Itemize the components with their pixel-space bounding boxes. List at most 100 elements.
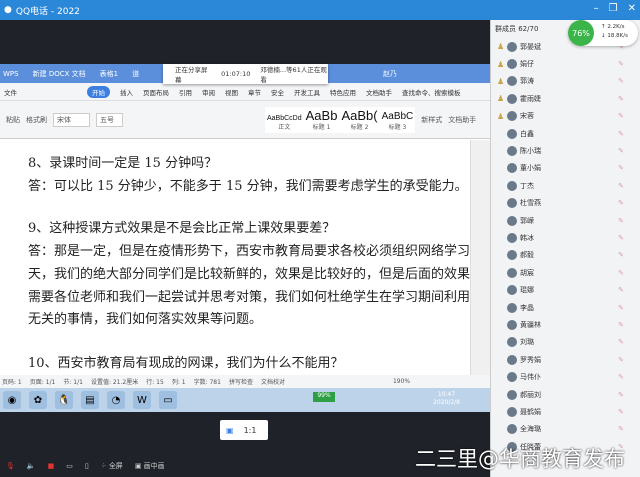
mic-muted-icon: ✎ bbox=[618, 181, 624, 190]
member-item[interactable]: ♟ 娟仔 ✎ bbox=[491, 55, 640, 72]
style-h3[interactable]: AaBbC 标题 3 bbox=[381, 110, 414, 131]
menu-view[interactable]: 视图 bbox=[225, 87, 238, 97]
member-item[interactable]: 丁杰 ✎ bbox=[491, 177, 640, 194]
status-row: 行: 15 bbox=[146, 379, 164, 386]
wps-user[interactable]: 赵乃 bbox=[383, 69, 397, 79]
app-icon[interactable]: ✿ bbox=[29, 391, 47, 409]
member-name: 陈小瑞 bbox=[520, 147, 541, 156]
style-h3-preview: AaBbC bbox=[381, 110, 414, 122]
admin-icon: ♟ bbox=[497, 59, 505, 69]
size-select[interactable]: 五号 bbox=[96, 112, 123, 127]
restore-button[interactable]: ❐ bbox=[609, 3, 618, 14]
minimize-button[interactable]: – bbox=[594, 3, 599, 14]
screen-share-icon[interactable]: ▭ bbox=[66, 462, 73, 470]
style-normal-preview: AaBbCcDd bbox=[267, 114, 302, 122]
pip-button[interactable]: ▣ 画中画 bbox=[135, 461, 165, 471]
member-item[interactable]: ♟ 霍雨婕 ✎ bbox=[491, 90, 640, 107]
member-item[interactable]: 全海璐 ✎ bbox=[491, 421, 640, 438]
style-h1[interactable]: AaBb 标题 1 bbox=[306, 109, 338, 131]
member-item[interactable]: 马伟仆 ✎ bbox=[491, 368, 640, 385]
member-item[interactable]: 刘璐 ✎ bbox=[491, 334, 640, 351]
format-painter-button[interactable]: 格式刷 bbox=[26, 115, 47, 125]
wps-tab[interactable]: 道 bbox=[132, 69, 139, 79]
zoom-level[interactable]: 190% bbox=[393, 378, 410, 385]
menu-insert[interactable]: 插入 bbox=[120, 87, 133, 97]
member-item[interactable]: 琨娜 ✎ bbox=[491, 281, 640, 298]
new-style-button[interactable]: 新样式 bbox=[421, 115, 442, 125]
wps-tab[interactable]: 表格1 bbox=[100, 69, 118, 79]
doc-scrollbar[interactable] bbox=[470, 140, 490, 375]
close-button[interactable]: ✕ bbox=[628, 3, 636, 14]
menu-layout[interactable]: 页面布局 bbox=[143, 87, 169, 97]
paste-button[interactable]: 粘贴 bbox=[6, 115, 20, 125]
member-item[interactable]: 郝毅 ✎ bbox=[491, 247, 640, 264]
menu-home[interactable]: 开始 bbox=[87, 85, 110, 98]
clock-date: 2020/2/8 bbox=[433, 399, 460, 406]
document-page[interactable]: 8、录课时间一定是 15 分钟吗？ 答：可以比 15 分钟少，不能多于 15 分… bbox=[0, 140, 490, 375]
member-panel: 群成员 62/70 ♟ 郭晏斌 ✎ ♟ 娟仔 ✎ ♟ 郭涛 ✎ ♟ 霍雨婕 ✎ ♟ 宋蓉 ✎ 白鑫 ✎ 陈小瑞 ✎ 董… bbox=[490, 20, 640, 477]
camera-off-icon[interactable]: ■ bbox=[48, 462, 55, 470]
board-icon[interactable]: ▯ bbox=[85, 462, 89, 470]
member-item[interactable]: 杜雪燕 ✎ bbox=[491, 195, 640, 212]
window-title: QQ电话 - 2022 bbox=[15, 6, 80, 17]
wechat-icon[interactable]: ◔ bbox=[107, 391, 125, 409]
member-item[interactable]: 黄疆林 ✎ bbox=[491, 316, 640, 333]
member-item[interactable]: 董小娟 ✎ bbox=[491, 160, 640, 177]
wps-tab[interactable]: WPS bbox=[3, 70, 19, 78]
spellcheck-button[interactable]: 拼写检查 bbox=[229, 377, 253, 386]
wps-tab[interactable]: 新建 DOCX 文档 bbox=[33, 69, 86, 79]
mic-muted-icon: ✎ bbox=[618, 320, 624, 329]
member-name: 胡宸 bbox=[520, 268, 534, 277]
member-name: 郭晏斌 bbox=[520, 42, 541, 51]
member-item[interactable]: ♟ 郭涛 ✎ bbox=[491, 73, 640, 90]
font-select[interactable]: 宋体 bbox=[53, 112, 90, 127]
style-h1-preview: AaBb bbox=[305, 107, 338, 123]
mic-muted-icon: ✎ bbox=[618, 268, 624, 277]
menu-references[interactable]: 引用 bbox=[179, 87, 192, 97]
qq-icon[interactable]: 🐧 bbox=[55, 391, 73, 409]
battery-indicator: 99% bbox=[313, 392, 335, 402]
menu-features[interactable]: 特色应用 bbox=[330, 87, 356, 97]
member-item[interactable]: 白鑫 ✎ bbox=[491, 125, 640, 142]
wps-menu: 文件 开始 插入 页面布局 引用 审阅 视图 章节 安全 开发工具 特色应用 文… bbox=[0, 83, 490, 101]
ratio-button[interactable]: ▣ 1:1 bbox=[220, 420, 268, 440]
avatar bbox=[507, 389, 517, 400]
member-item[interactable]: 郝丽刘 ✎ bbox=[491, 386, 640, 403]
member-item[interactable]: 郭嵘 ✎ bbox=[491, 212, 640, 229]
mic-muted-icon: ✎ bbox=[618, 407, 624, 416]
speaker-icon[interactable]: 🔈 bbox=[27, 462, 36, 470]
status-wordcount[interactable]: 字数: 781 bbox=[194, 377, 221, 386]
member-item[interactable]: ♟ 宋蓉 ✎ bbox=[491, 108, 640, 125]
member-item[interactable]: 陈小瑞 ✎ bbox=[491, 142, 640, 159]
style-normal[interactable]: AaBbCcDd 正文 bbox=[267, 115, 302, 131]
member-item[interactable]: 李晶 ✎ bbox=[491, 299, 640, 316]
share-status-banner: 正在分享屏幕 01:07:10 邓德楠...等61人正在观看 bbox=[163, 64, 328, 84]
start-icon[interactable]: ◉ bbox=[3, 391, 21, 409]
menu-security[interactable]: 安全 bbox=[271, 87, 284, 97]
document-icon[interactable]: ▤ bbox=[81, 391, 99, 409]
menu-file[interactable]: 文件 bbox=[4, 87, 17, 97]
status-section: 节: 1/1 bbox=[63, 379, 83, 386]
command-search[interactable]: 查找命令、搜索模板 bbox=[402, 87, 461, 97]
member-list[interactable]: ♟ 郭晏斌 ✎ ♟ 娟仔 ✎ ♟ 郭涛 ✎ ♟ 霍雨婕 ✎ ♟ 宋蓉 ✎ 白鑫 ✎ 陈小瑞 ✎ 董小娟 ✎ 丁杰 ✎ 杜雪燕 ✎… bbox=[491, 38, 640, 455]
menu-doc-helper[interactable]: 文档助手 bbox=[366, 87, 392, 97]
shared-screen: WPS 新建 DOCX 文档 表格1 道 + 赵乃 文件 开始 插入 页面布局 … bbox=[0, 64, 490, 412]
menu-section[interactable]: 章节 bbox=[248, 87, 261, 97]
mic-icon[interactable]: 🎙 bbox=[6, 462, 15, 470]
member-item[interactable]: 罗秀娟 ✎ bbox=[491, 351, 640, 368]
avatar bbox=[507, 163, 517, 174]
menu-devtools[interactable]: 开发工具 bbox=[294, 87, 320, 97]
member-item[interactable]: 胡宸 ✎ bbox=[491, 264, 640, 281]
folder-icon[interactable]: ▭ bbox=[159, 391, 177, 409]
menu-review[interactable]: 审阅 bbox=[202, 87, 215, 97]
member-item[interactable]: 聂鹤娟 ✎ bbox=[491, 403, 640, 420]
fullscreen-label: 全屏 bbox=[108, 462, 123, 470]
proofread-button[interactable]: 文档校对 bbox=[261, 377, 285, 386]
doc-helper-button[interactable]: 文档助手 bbox=[448, 115, 476, 125]
member-item[interactable]: 韩冰 ✎ bbox=[491, 229, 640, 246]
style-h2[interactable]: AaBb( 标题 2 bbox=[341, 109, 377, 131]
fullscreen-button[interactable]: ⁘ 全屏 bbox=[101, 461, 123, 471]
member-name: 韩冰 bbox=[520, 233, 534, 242]
share-status: 正在分享屏幕 bbox=[175, 66, 208, 84]
wps-icon[interactable]: W bbox=[133, 391, 151, 409]
